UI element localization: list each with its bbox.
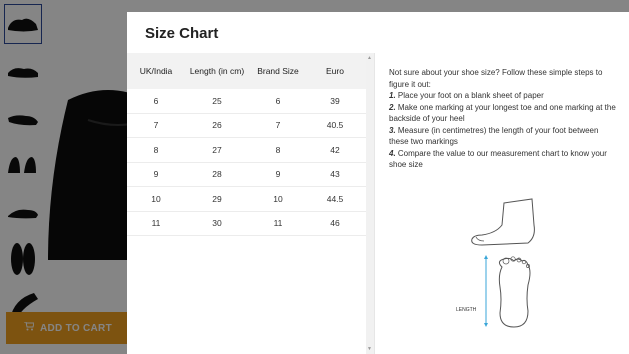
table-cell: 6 — [275, 95, 281, 106]
column-header: UK/India — [139, 66, 173, 76]
table-cell: 42 — [330, 144, 340, 155]
modal-title: Size Chart — [145, 25, 219, 42]
step-number: 1. — [389, 91, 396, 100]
size-chart-modal: Size Chart UK/India Length (in cm) Brand… — [127, 12, 629, 354]
table-row: 11 30 11 46 — [127, 212, 367, 236]
column-header: Length (in cm) — [189, 66, 245, 76]
step-text: Compare the value to our measurement cha… — [389, 148, 607, 170]
table-cell: 11 — [273, 218, 283, 229]
table-cell: 40.5 — [326, 120, 344, 131]
table-cell: 46 — [330, 218, 340, 229]
scroll-down-icon[interactable]: ▼ — [367, 346, 372, 352]
column-header: Brand Size — [257, 66, 299, 76]
table-cell: 29 — [212, 193, 222, 204]
table-row: 9 28 9 43 — [127, 163, 367, 187]
table-cell: 28 — [212, 169, 222, 180]
table-cell: 44.5 — [326, 193, 344, 204]
table-cell: 30 — [212, 218, 222, 229]
table-cell: 27 — [212, 144, 222, 155]
step-number: 4. — [389, 148, 396, 158]
table-cell: 9 — [275, 169, 281, 180]
table-cell: 43 — [330, 169, 340, 180]
size-table: UK/India Length (in cm) Brand Size Euro … — [127, 53, 367, 354]
table-row: 6 25 6 39 — [127, 89, 367, 114]
table-cell: 7 — [153, 120, 159, 131]
table-cell: 10 — [273, 193, 283, 204]
table-row: 10 29 10 44.5 — [127, 187, 367, 212]
step-number: 2. — [389, 102, 396, 112]
table-scrollbar[interactable]: ▲ ▼ — [366, 53, 374, 354]
guide-intro: Not sure about your shoe size? Follow th… — [389, 68, 603, 89]
scroll-up-icon[interactable]: ▲ — [367, 55, 372, 61]
column-header: Euro — [326, 66, 344, 76]
table-cell: 10 — [151, 193, 161, 204]
table-header: UK/India Length (in cm) Brand Size Euro — [127, 53, 367, 89]
step-text: Make one marking at your longest toe and… — [389, 102, 616, 124]
table-cell: 25 — [212, 95, 222, 106]
measurement-guide: Not sure about your shoe size? Follow th… — [389, 67, 619, 171]
table-row: 7 26 7 40.5 — [127, 114, 367, 138]
table-cell: 11 — [151, 218, 161, 229]
guide-step: 1. Place your foot on a blank sheet of p… — [389, 90, 619, 102]
table-cell: 39 — [330, 95, 340, 106]
guide-step: 4. Compare the value to our measurement … — [389, 148, 619, 171]
step-text: Place your foot on a blank sheet of pape… — [395, 91, 544, 100]
table-cell: 6 — [153, 95, 159, 106]
guide-step: 2. Make one marking at your longest toe … — [389, 102, 619, 125]
table-cell: 7 — [275, 120, 281, 131]
step-text: Measure (in centimetres) the length of y… — [389, 125, 599, 147]
step-number: 3. — [389, 125, 396, 135]
table-row: 8 27 8 42 — [127, 138, 367, 163]
length-label: LENGTH — [456, 307, 477, 313]
table-cell: 26 — [212, 120, 222, 131]
table-cell: 8 — [153, 144, 159, 155]
foot-measurement-illustration: LENGTH — [456, 195, 552, 328]
table-cell: 9 — [153, 169, 159, 180]
pane-divider — [374, 53, 375, 354]
table-cell: 8 — [275, 144, 281, 155]
guide-step: 3. Measure (in centimetres) the length o… — [389, 125, 619, 148]
